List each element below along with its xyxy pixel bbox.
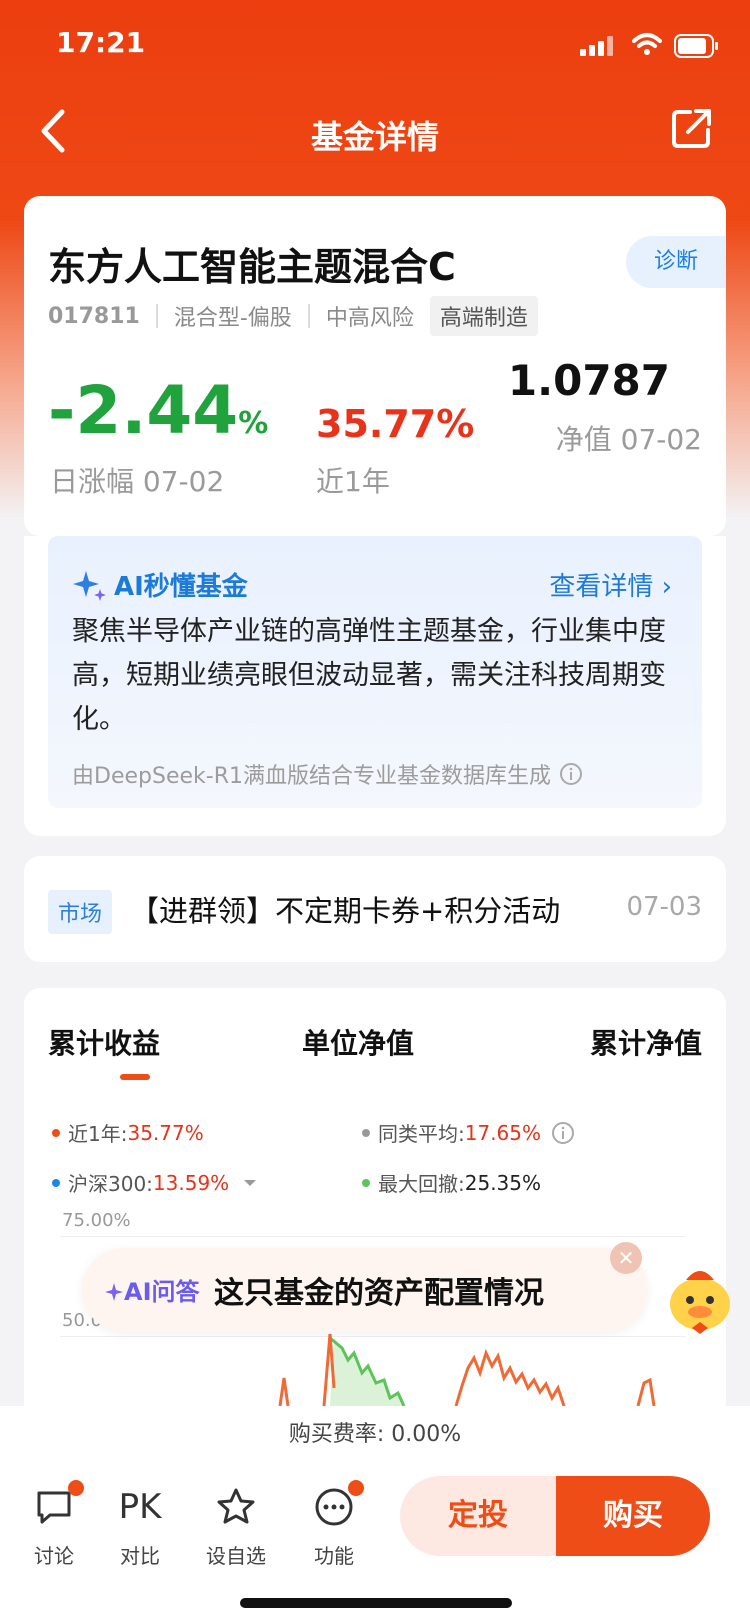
discuss-button[interactable]: 讨论 (14, 1480, 94, 1569)
compare-button[interactable]: PK 对比 (100, 1484, 180, 1569)
close-icon[interactable]: ✕ (610, 1242, 642, 1274)
purchase-fee: 购买费率: 0.00% (0, 1406, 750, 1465)
fund-risk: 中高风险 (325, 306, 414, 331)
divider (307, 304, 310, 328)
watch-label: 设自选 (206, 1544, 266, 1568)
ai-title-label: AI秒懂基金 (114, 572, 248, 602)
discuss-label: 讨论 (34, 1544, 74, 1568)
status-bar: 17:21 (0, 0, 750, 90)
daily-change: -2.44% (48, 372, 268, 449)
return-chart (278, 1333, 656, 1407)
chat-icon (37, 1491, 71, 1524)
functions-label: 功能 (314, 1544, 354, 1568)
status-time: 17:21 (56, 26, 146, 59)
nav-label: 净值 07-02 (555, 423, 702, 456)
pk-icon: PK (118, 1487, 162, 1527)
ai-summary-text: 聚焦半导体产业链的高弹性主题基金，行业集中度高，短期业绩亮眼但波动显著，需关注科… (72, 616, 666, 735)
buy-button[interactable]: 购买 (556, 1476, 710, 1556)
ai-view-detail-link[interactable]: 查看详情 › (549, 566, 672, 603)
sparkle-icon (105, 1283, 123, 1301)
ai-qa-label: AI问答 (104, 1272, 200, 1307)
fund-type: 混合型-偏股 (173, 306, 292, 331)
performance-chart-card: 累计收益 单位净值 累计净值 近1年: 35.77% 同类平均: 17.65% … (24, 988, 726, 1448)
mascot-icon[interactable] (664, 1258, 738, 1338)
divider (155, 304, 158, 328)
ai-summary-card: AI秒懂基金 查看详情 › 聚焦半导体产业链的高弹性主题基金，行业集中度高，短期… (24, 536, 726, 836)
fund-name: 东方人工智能主题混合C (48, 245, 456, 289)
nav-bar: 基金详情 (0, 96, 750, 170)
page-title: 基金详情 (310, 118, 439, 156)
ai-footer: 由DeepSeek-R1满血版结合专业基金数据库生成 (72, 758, 583, 790)
home-indicator (240, 1598, 512, 1608)
nav-value: 1.0787 (507, 356, 670, 405)
ai-title: AI秒懂基金 (72, 566, 248, 603)
news-card[interactable]: 市场 【进群领】不定期卡券+积分活动 07-03 (24, 856, 726, 962)
fund-code: 017811 (48, 303, 140, 329)
auto-invest-button[interactable]: 定投 (400, 1476, 556, 1556)
diagnose-button[interactable]: 诊断 (626, 236, 726, 288)
ai-summary-panel[interactable]: AI秒懂基金 查看详情 › 聚焦半导体产业链的高弹性主题基金，行业集中度高，短期… (48, 536, 702, 808)
signal-icon (580, 36, 613, 56)
ai-qa-bubble[interactable]: AI问答 这只基金的资产配置情况 ✕ (82, 1242, 648, 1332)
ai-footer-text: 由DeepSeek-R1满血版结合专业基金数据库生成 (72, 764, 551, 789)
ai-qa-question: 这只基金的资产配置情况 (214, 1276, 544, 1311)
fund-summary-card: 东方人工智能主题混合C 诊断 017811 混合型-偏股 中高风险 高端制造 -… (24, 196, 726, 536)
compare-label: 对比 (120, 1544, 160, 1568)
daily-change-value: -2.44 (48, 372, 239, 449)
wifi-icon (632, 33, 662, 55)
star-icon (217, 1488, 255, 1524)
fund-meta: 017811 混合型-偏股 中高风险 高端制造 (48, 296, 538, 336)
battery-icon (674, 34, 718, 58)
daily-change-label: 日涨幅 07-02 (50, 465, 225, 498)
functions-button[interactable]: 功能 (294, 1480, 374, 1569)
add-watchlist-button[interactable]: 设自选 (196, 1484, 276, 1569)
sparkle-icon (73, 570, 106, 601)
ai-qa-label-text: AI问答 (124, 1278, 200, 1306)
fund-theme-tag[interactable]: 高端制造 (429, 296, 538, 336)
year-return: 35.77% (316, 402, 475, 446)
info-icon[interactable] (559, 762, 583, 786)
daily-change-unit: % (238, 406, 269, 441)
news-tag: 市场 (48, 890, 113, 934)
notification-dot (68, 1480, 84, 1496)
year-return-label: 近1年 (316, 465, 390, 498)
news-text: 【进群领】不定期卡券+积分活动 (130, 894, 561, 928)
share-icon[interactable] (670, 106, 714, 150)
news-date: 07-03 (626, 892, 702, 922)
notification-dot (348, 1480, 364, 1496)
